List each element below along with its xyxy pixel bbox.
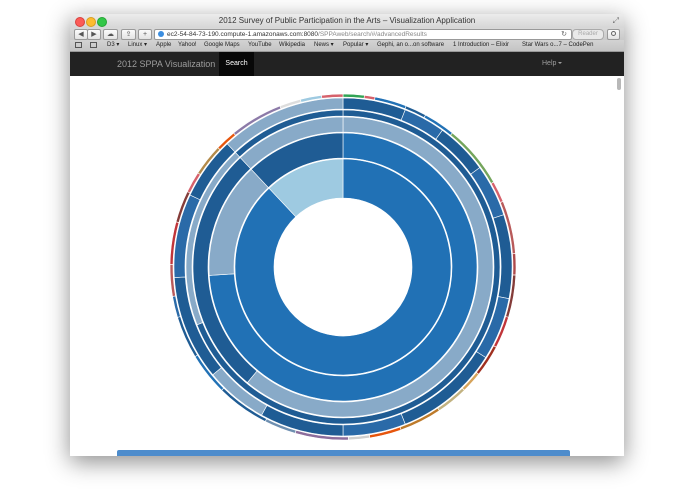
bookmark-google-maps[interactable]: Google Maps [204,40,240,51]
bookmark-yahoo[interactable]: Yahoo! [178,40,197,51]
url-text: ec2-54-84-73-190.compute-1.amazonaws.com… [167,30,427,39]
top-sites-icon[interactable] [90,42,97,48]
page-scrollbar[interactable] [616,76,622,456]
fullscreen-icon[interactable]: ⤢ [613,16,619,26]
address-bar[interactable]: ec2-54-84-73-190.compute-1.amazonaws.com… [154,29,572,40]
nav-search-tab[interactable]: Search [219,52,254,76]
url-path: /SPPAweb/search/#/advancedResults [318,31,427,38]
app-brand[interactable]: 2012 SPPA Visualization [117,52,215,76]
site-globe-icon [158,31,164,37]
bookmark-elixir[interactable]: 1 Introduction – Elixir [453,40,509,51]
reading-list-icon[interactable] [75,42,82,48]
reload-icon[interactable]: ↻ [561,30,567,39]
bookmark-youtube[interactable]: YouTube [248,40,272,51]
downloads-button[interactable] [607,29,620,40]
bookmark-apple[interactable]: Apple [156,40,171,51]
scroll-thumb[interactable] [617,78,621,90]
bookmark-gephi[interactable]: Gephi, an o...on software [377,40,444,51]
bookmark-popular[interactable]: Popular ▾ [343,40,368,51]
bookmark-d3[interactable]: D3 ▾ [107,40,119,51]
window-title: 2012 Survey of Public Participation in t… [218,16,476,25]
bookmark-wikipedia[interactable]: Wikipedia [279,40,305,51]
title-bar: 2012 Survey of Public Participation in t… [70,14,624,28]
main-content [70,76,624,456]
back-button[interactable]: ◀ [74,29,88,40]
sunburst-segment[interactable] [342,93,365,99]
browser-window: 2012 Survey of Public Participation in t… [70,14,624,456]
sunburst-segment[interactable] [512,253,517,276]
sunburst-segment[interactable] [321,93,344,99]
bookmark-linux[interactable]: Linux ▾ [128,40,147,51]
cloud-icon: ☁ [107,31,114,38]
bookmark-news[interactable]: News ▾ [314,40,334,51]
bookmarks-bar: D3 ▾ Linux ▾ Apple Yahoo! Google Maps Yo… [70,40,624,52]
share-icon: ⇪ [125,31,132,38]
bookmark-codepen[interactable]: Star Wars o...7 – CodePen [522,40,593,51]
nav-help-dropdown[interactable]: Help [542,52,563,76]
results-panel-header [117,450,570,456]
icloud-tabs-button[interactable]: ☁ [103,29,118,40]
url-host: ec2-54-84-73-190.compute-1.amazonaws.com… [167,31,319,38]
app-navbar: 2012 SPPA Visualization Search Help [70,52,624,76]
share-button[interactable]: ⇪ [121,29,136,40]
browser-toolbar: ◀ ▶ ☁ ⇪ + ec2-54-84-73-190.compute-1.ama… [70,28,624,40]
forward-button[interactable]: ▶ [87,29,101,40]
reader-button[interactable]: Reader [572,29,604,40]
add-bookmark-button[interactable]: + [138,29,152,40]
sunburst-chart [169,93,517,441]
download-icon [611,31,616,36]
help-label: Help [542,60,557,67]
caret-down-icon [558,62,563,65]
